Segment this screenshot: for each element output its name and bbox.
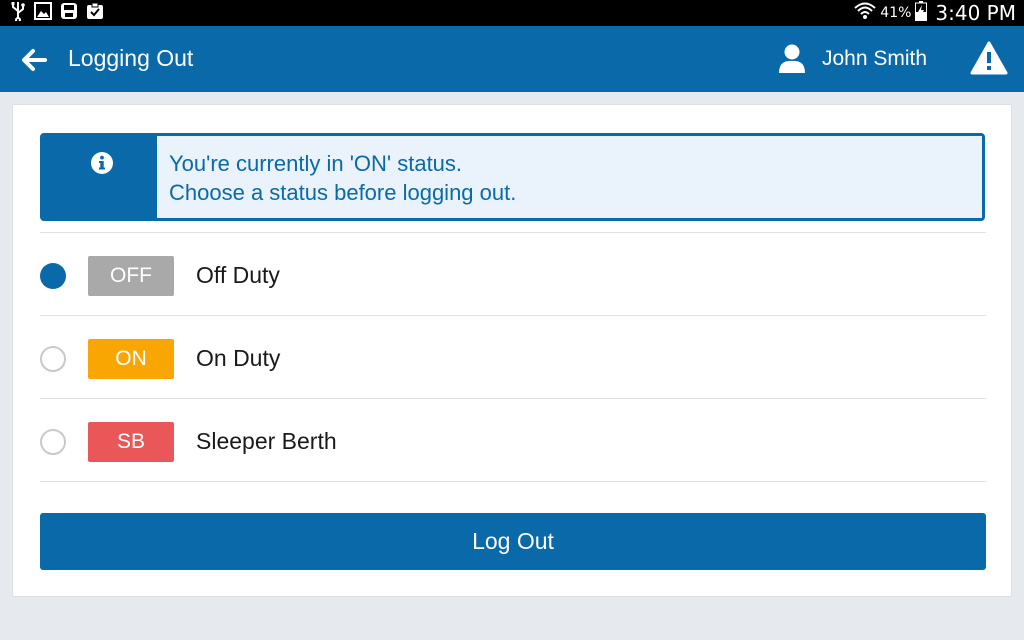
battery-percent: 41% [880, 5, 912, 21]
info-line-1: You're currently in 'ON' status. [169, 151, 463, 176]
alerts-button[interactable] [970, 41, 1008, 77]
notification-icons [10, 1, 104, 26]
divider [40, 481, 986, 482]
radio-unselected[interactable] [40, 346, 66, 372]
info-icon [91, 152, 113, 174]
save-icon [60, 2, 78, 25]
user-icon [779, 44, 805, 73]
clipboard-icon [86, 2, 104, 25]
status-badge-on: ON [88, 339, 174, 379]
status-badge-off: OFF [88, 256, 174, 296]
status-label: Off Duty [196, 262, 280, 288]
user-profile-button[interactable]: John Smith [778, 41, 927, 77]
info-icon-cell [43, 136, 157, 218]
radio-unselected[interactable] [40, 429, 66, 455]
system-indicators: 41% 3:40 PM [854, 0, 1016, 26]
info-message: You're currently in 'ON' status. Choose … [157, 136, 982, 218]
status-option-on-duty[interactable]: ON On Duty [40, 316, 986, 398]
log-out-button[interactable]: Log Out [40, 513, 986, 570]
status-option-off-duty[interactable]: OFF Off Duty [40, 233, 986, 315]
usb-icon [10, 1, 26, 26]
radio-selected[interactable] [40, 263, 66, 289]
status-label: Sleeper Berth [196, 428, 337, 454]
battery-charging-icon [915, 0, 928, 26]
warning-icon [970, 41, 1008, 75]
image-icon [34, 1, 52, 25]
info-banner: You're currently in 'ON' status. Choose … [40, 133, 985, 221]
status-badge-sb: SB [88, 422, 174, 462]
wifi-icon [854, 1, 876, 26]
logout-card: You're currently in 'ON' status. Choose … [12, 104, 1012, 597]
status-label: On Duty [196, 345, 281, 371]
app-header: Logging Out John Smith [0, 26, 1024, 92]
system-status-bar: 41% 3:40 PM [0, 0, 1024, 26]
info-line-2: Choose a status before logging out. [169, 180, 517, 205]
arrow-left-icon [22, 49, 47, 71]
status-option-sleeper-berth[interactable]: SB Sleeper Berth [40, 399, 986, 481]
page-title: Logging Out [68, 45, 194, 71]
clock: 3:40 PM [935, 1, 1016, 25]
user-name: John Smith [822, 47, 928, 70]
back-button[interactable] [20, 46, 48, 74]
